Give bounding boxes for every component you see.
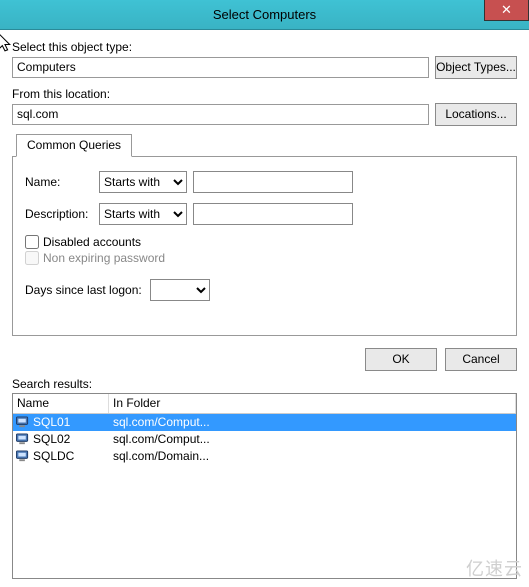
cancel-button[interactable]: Cancel [445, 348, 517, 371]
query-tabs: Common Queries Name: Starts with Descrip… [12, 134, 517, 336]
days-since-logon-select[interactable] [150, 279, 210, 301]
days-since-logon-label: Days since last logon: [25, 283, 142, 297]
object-types-button[interactable]: Object Types... [435, 56, 517, 79]
computer-icon [15, 450, 31, 463]
results-list: Name In Folder SQL01sql.com/Comput...SQL… [12, 393, 517, 579]
description-label: Description: [25, 207, 93, 221]
computer-icon [15, 416, 31, 429]
close-icon: ✕ [501, 2, 512, 17]
computer-icon [15, 433, 31, 446]
non-expiring-label: Non expiring password [43, 251, 165, 265]
cell-folder: sql.com/Domain... [109, 448, 516, 465]
locations-button[interactable]: Locations... [435, 103, 517, 126]
close-button[interactable]: ✕ [484, 0, 529, 21]
disabled-accounts-label: Disabled accounts [43, 235, 141, 249]
disabled-accounts-checkbox[interactable] [25, 235, 39, 249]
query-panel: Name: Starts with Description: Starts wi… [12, 156, 517, 336]
non-expiring-checkbox [25, 251, 39, 265]
name-mode-select[interactable]: Starts with [99, 171, 187, 193]
column-in-folder[interactable]: In Folder [109, 394, 516, 413]
object-type-field: Computers [12, 57, 429, 78]
location-field: sql.com [12, 104, 429, 125]
computer-name: SQL01 [33, 414, 70, 431]
name-input[interactable] [193, 171, 353, 193]
computer-name: SQLDC [33, 448, 74, 465]
description-input[interactable] [193, 203, 353, 225]
cell-name: SQL01 [13, 414, 109, 431]
cell-folder: sql.com/Comput... [109, 414, 516, 431]
cell-name: SQL02 [13, 431, 109, 448]
cell-folder: sql.com/Comput... [109, 431, 516, 448]
search-results-label: Search results: [12, 377, 517, 391]
window-title: Select Computers [213, 7, 316, 22]
name-label: Name: [25, 175, 93, 189]
column-name[interactable]: Name [13, 394, 109, 413]
cell-name: SQLDC [13, 448, 109, 465]
location-label: From this location: [12, 87, 517, 101]
tab-common-queries[interactable]: Common Queries [16, 134, 132, 157]
description-mode-select[interactable]: Starts with [99, 203, 187, 225]
object-type-label: Select this object type: [12, 40, 517, 54]
ok-button[interactable]: OK [365, 348, 437, 371]
table-row[interactable]: SQLDC sql.com/Domain... [13, 448, 516, 465]
results-header: Name In Folder [13, 394, 516, 414]
table-row[interactable]: SQL02 sql.com/Comput... [13, 431, 516, 448]
titlebar: Select Computers ✕ [0, 0, 529, 30]
table-row[interactable]: SQL01 sql.com/Comput... [13, 414, 516, 431]
computer-name: SQL02 [33, 431, 70, 448]
